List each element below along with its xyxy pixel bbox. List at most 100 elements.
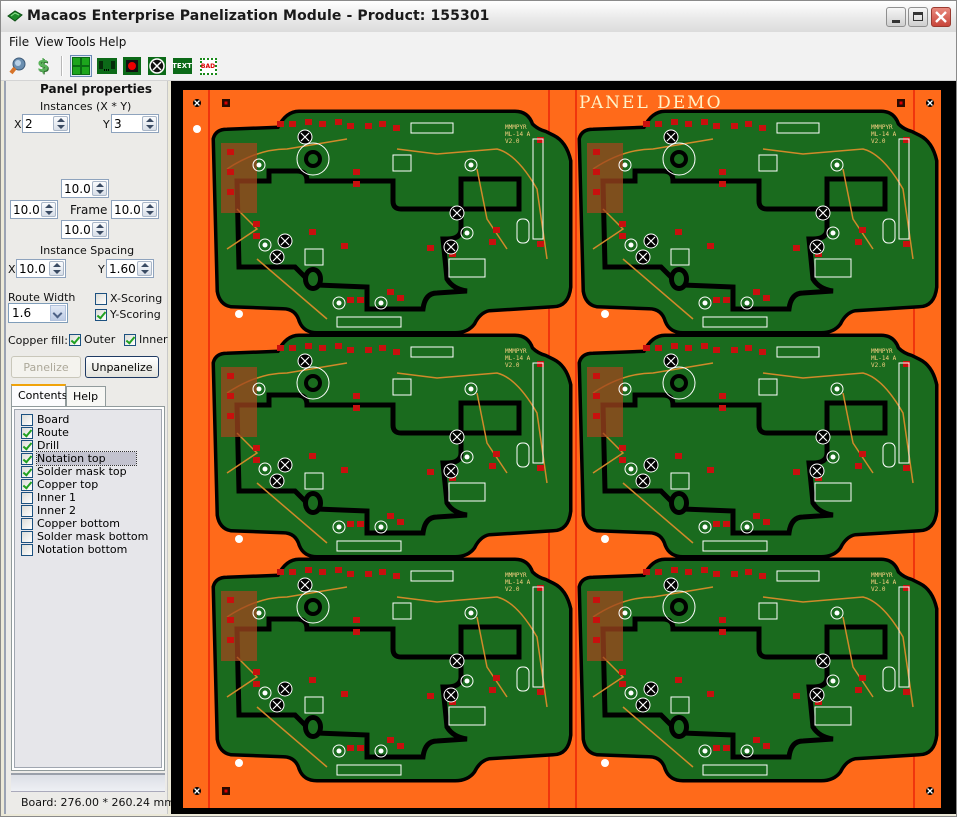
bad-mark-button[interactable]: BAD (197, 55, 219, 77)
spinner-arrows-icon[interactable] (142, 116, 157, 131)
smd-pad (593, 169, 600, 175)
layer-checkbox[interactable] (21, 427, 33, 439)
layer-checkbox[interactable] (21, 466, 33, 478)
frame-left-spinner[interactable] (10, 200, 58, 219)
spacing-y-spinner[interactable] (106, 259, 154, 278)
frame-top-input[interactable] (63, 181, 91, 196)
layer-label: Inner 2 (37, 504, 76, 517)
layer-checkbox[interactable] (21, 440, 33, 452)
layer-checkbox[interactable] (21, 492, 33, 504)
smd-pad (365, 123, 372, 129)
minimize-button[interactable] (886, 7, 906, 27)
layer-checkbox[interactable] (21, 518, 33, 530)
text-button[interactable]: TEXT (171, 55, 193, 77)
instances-x-input[interactable] (24, 116, 52, 131)
via-dot (336, 524, 342, 530)
spinner-arrows-icon[interactable] (142, 202, 157, 217)
smd-pad (643, 569, 650, 575)
frame-bottom-spinner[interactable] (61, 220, 109, 239)
instances-y-input[interactable] (113, 116, 141, 131)
smd-pad (593, 393, 600, 399)
via-dot (834, 162, 840, 168)
smd-pad (855, 687, 862, 693)
board-copper-fill (215, 561, 569, 779)
spinner-arrows-icon[interactable] (92, 181, 107, 196)
panel-grid-button[interactable] (70, 55, 92, 77)
inspect-button[interactable] (7, 55, 29, 77)
smd-pad (619, 669, 626, 675)
spacing-x-spinner[interactable] (16, 259, 66, 278)
menu-tools[interactable]: Tools (66, 35, 96, 49)
smd-pad (759, 125, 766, 131)
instances-y-spinner[interactable] (111, 114, 159, 133)
copper-outer-checkbox[interactable] (69, 334, 81, 346)
copper-inner-checkbox[interactable] (124, 334, 136, 346)
unpanelize-button[interactable]: Unpanelize (85, 356, 159, 378)
smd-pad (713, 745, 720, 751)
spacing-x-input[interactable] (18, 261, 48, 276)
smd-pad (707, 691, 714, 697)
smd-pad (365, 571, 372, 577)
board-label-text: V2.0 (871, 362, 886, 369)
via-dot (468, 162, 474, 168)
spinner-arrows-icon[interactable] (92, 222, 107, 237)
smd-pad (643, 121, 650, 127)
smd-pad (335, 567, 342, 573)
cost-button[interactable]: $ (32, 55, 54, 77)
x-scoring-checkbox[interactable] (95, 293, 107, 305)
layer-checkbox[interactable] (21, 479, 33, 491)
maximize-button[interactable] (908, 7, 928, 27)
frame-right-input[interactable] (113, 202, 141, 217)
spacing-y-input[interactable] (108, 261, 136, 276)
mounting-hole-center (674, 602, 684, 612)
spinner-arrows-icon[interactable] (41, 202, 56, 217)
fiducial-button[interactable] (146, 55, 168, 77)
smd-pad (675, 677, 682, 683)
menu-help[interactable]: Help (99, 35, 126, 49)
layer-checkbox[interactable] (21, 531, 33, 543)
spinner-arrows-icon[interactable] (49, 261, 64, 276)
panel-preview-svg[interactable]: PANEL DEMOMMMPYRML-14 AV2.0MMMPYRML-14 A… (171, 81, 956, 814)
smd-pad (427, 469, 434, 475)
layer-checkbox[interactable] (21, 414, 33, 426)
layer-checkbox[interactable] (21, 544, 33, 556)
spinner-arrows-icon[interactable] (137, 261, 152, 276)
fiducial-mark (926, 99, 934, 107)
y-scoring-checkbox[interactable] (95, 309, 107, 321)
layer-checkbox[interactable] (21, 505, 33, 517)
route-button[interactable] (96, 55, 118, 77)
via-dot (830, 454, 836, 460)
smd-pad (701, 119, 708, 125)
smd-pad (227, 149, 234, 155)
layer-checkbox[interactable] (21, 453, 33, 465)
tab-contents[interactable]: Contents (11, 384, 67, 406)
smd-pad (903, 241, 910, 247)
smd-pad (489, 687, 496, 693)
layer-item-notation-bottom[interactable]: Notation bottom (19, 543, 165, 557)
chevron-down-icon[interactable] (50, 305, 66, 321)
spacing-x-label: X (8, 263, 16, 276)
smd-pad (713, 347, 720, 353)
menu-file[interactable]: File (9, 35, 29, 49)
panel-preview-canvas[interactable]: PANEL DEMO MMMPYR ML-14 A V2.0 MMMPYR ML-14 A… (171, 81, 956, 814)
tab-help[interactable]: Help (66, 386, 106, 406)
frame-bottom-input[interactable] (63, 222, 91, 237)
instances-x-spinner[interactable] (22, 114, 70, 133)
layer-list-scrollbar[interactable] (11, 773, 165, 791)
drill-button[interactable] (121, 55, 143, 77)
smd-pad (353, 617, 360, 623)
route-width-select[interactable]: 1.6 (8, 303, 68, 323)
smd-pad (489, 239, 496, 245)
smd-pad (357, 521, 364, 527)
mounting-hole-center (308, 720, 318, 734)
frame-right-spinner[interactable] (111, 200, 159, 219)
panelize-button[interactable]: Panelize (11, 356, 81, 378)
via-dot (468, 610, 474, 616)
spinner-arrows-icon[interactable] (53, 116, 68, 131)
smd-pad (753, 737, 760, 743)
tooling-mark-center (224, 789, 228, 793)
frame-left-input[interactable] (12, 202, 40, 217)
menu-view[interactable]: View (35, 35, 63, 49)
close-button[interactable] (931, 7, 951, 27)
frame-top-spinner[interactable] (61, 179, 109, 198)
